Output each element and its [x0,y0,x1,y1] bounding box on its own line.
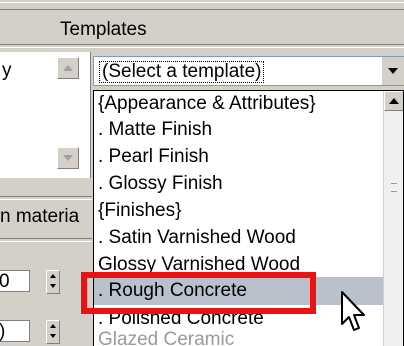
list-scrollbar[interactable] [383,91,403,346]
list-item[interactable]: . Pearl Finish [98,146,209,168]
scroll-up-button[interactable] [384,91,403,111]
arrow-up-icon [63,65,73,71]
spinner-up-icon [50,324,56,328]
left-separator [0,238,92,242]
combobox-dropdown-button[interactable] [382,57,404,85]
app-window: Templates y n materia 0 ) (Select a temp… [0,0,404,346]
list-item[interactable]: . Satin Varnished Wood [98,227,296,249]
left-separator [0,196,92,200]
mouse-cursor-icon [341,291,365,331]
header-divider [0,9,404,10]
spinner-up-icon [50,274,56,278]
spinner-field[interactable]: ) [0,320,30,342]
combobox-value: (Select a template) [99,61,265,83]
spinner-down-icon [50,284,56,288]
arrow-down-icon [63,155,73,161]
arrow-up-icon [389,98,399,104]
chevron-down-icon [388,68,398,74]
material-label: n materia [0,206,80,227]
list-item[interactable]: . Glossy Finish [98,173,223,195]
spinner-value: ) [0,321,5,343]
spinner-field[interactable]: 0 [0,270,30,292]
spinner-buttons[interactable] [46,270,60,294]
left-scroll-down-button[interactable] [57,147,79,169]
spinner-buttons[interactable] [46,320,60,344]
list-item[interactable]: {Finishes} [98,200,181,222]
list-item[interactable]: . Matte Finish [98,119,212,141]
templates-title: Templates [60,19,147,40]
left-scroll-up-button[interactable] [57,57,79,79]
header-divider [0,2,404,3]
list-item[interactable]: Glazed Ceramic [98,329,234,346]
left-list-text: y [2,60,12,81]
template-combobox[interactable]: (Select a template) [93,56,404,86]
scroll-grip-icon [391,183,397,192]
highlight-annotation [81,272,316,314]
header-separator [0,44,404,48]
spinner-down-icon [50,334,56,338]
spinner-value: 0 [0,271,10,292]
list-item[interactable]: {Appearance & Attributes} [98,93,316,115]
